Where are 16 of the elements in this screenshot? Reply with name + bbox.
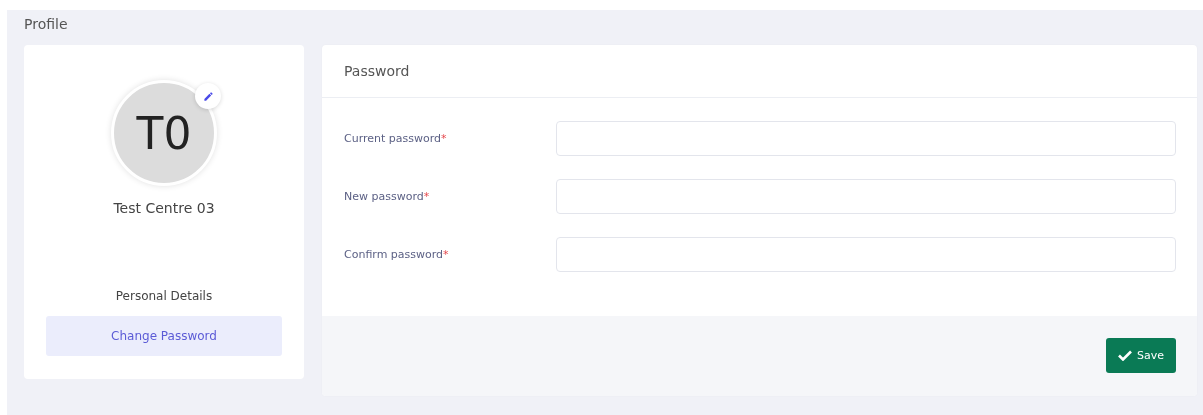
card-title: Password bbox=[322, 45, 1197, 98]
password-field[interactable] bbox=[556, 121, 1176, 156]
avatar: T0 bbox=[111, 80, 217, 186]
menu-item[interactable]: Personal Details bbox=[46, 276, 282, 316]
field-label: Current password* bbox=[344, 132, 448, 145]
page-title: Profile bbox=[24, 16, 69, 34]
save-button[interactable]: Save bbox=[1106, 338, 1176, 373]
edit-avatar-button[interactable] bbox=[195, 83, 221, 109]
field-label: Confirm password* bbox=[344, 248, 450, 261]
field-label: New password* bbox=[344, 190, 431, 203]
check-icon bbox=[1118, 350, 1132, 361]
password-field[interactable] bbox=[556, 237, 1176, 272]
profile-name: Test Centre 03 bbox=[113, 200, 215, 216]
pencil-icon bbox=[202, 90, 214, 102]
password-field[interactable] bbox=[556, 179, 1176, 214]
menu-item[interactable]: Change Password bbox=[46, 316, 282, 356]
